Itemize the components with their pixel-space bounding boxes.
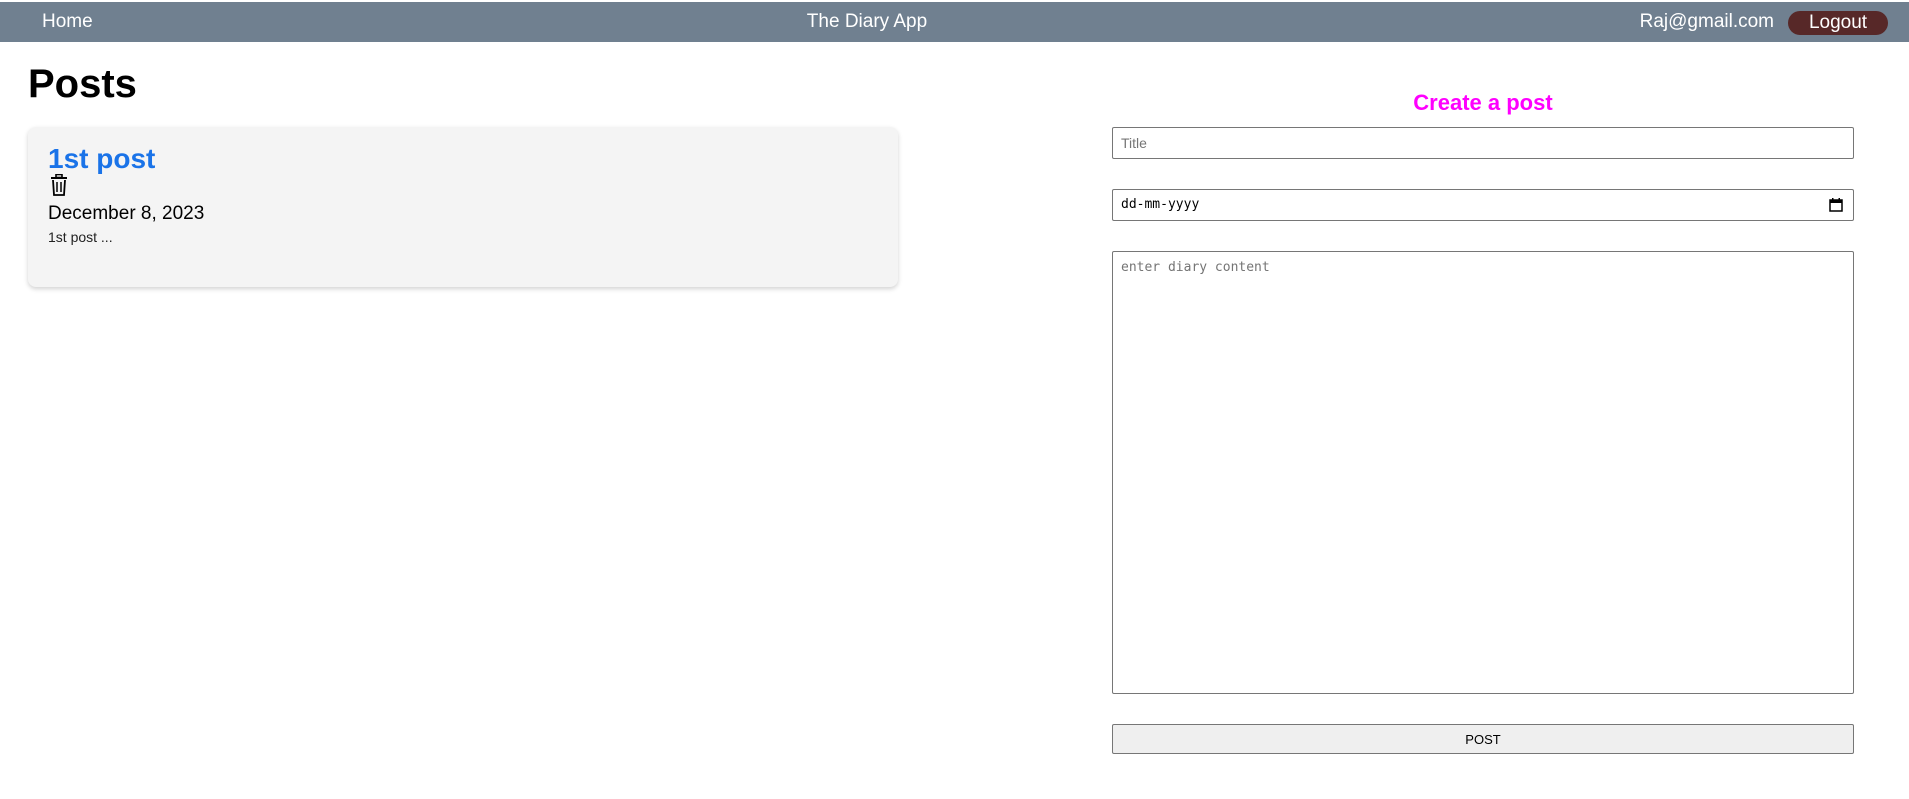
post-date: December 8, 2023 xyxy=(48,203,205,224)
posts-heading: Posts xyxy=(28,62,137,106)
title-input[interactable] xyxy=(1112,127,1854,159)
user-email: Raj@gmail.com xyxy=(1639,11,1774,32)
app-title: The Diary App xyxy=(806,11,928,32)
post-submit-button[interactable]: POST xyxy=(1112,724,1854,754)
navbar: Home The Diary App Raj@gmail.com Logout xyxy=(0,2,1909,42)
logout-button[interactable]: Logout xyxy=(1788,11,1888,35)
trash-icon[interactable] xyxy=(49,173,69,196)
create-post-heading: Create a post xyxy=(1413,90,1553,115)
post-title-link[interactable]: 1st post xyxy=(48,143,155,175)
calendar-icon[interactable] xyxy=(1829,198,1843,212)
date-input[interactable]: dd-mm-yyyy xyxy=(1112,189,1854,221)
date-placeholder: dd-mm-yyyy xyxy=(1121,197,1200,212)
content-textarea[interactable] xyxy=(1112,251,1854,694)
post-card: 1st post December 8, 2023 1st post ... xyxy=(28,127,898,287)
post-excerpt: 1st post ... xyxy=(48,229,113,245)
